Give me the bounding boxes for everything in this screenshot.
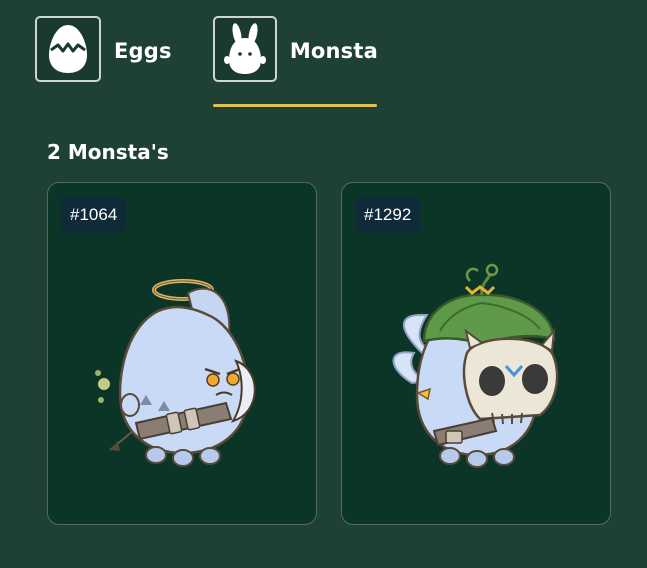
monsta-count-heading: 2 Monsta's [47,140,169,164]
angel-monsta-illustration [95,279,256,467]
monsta-card[interactable]: #1064 [47,182,317,525]
category-tabs: Eggs Monsta [0,0,647,110]
egg-icon [35,16,101,82]
skull-mask-monsta-illustration [392,263,559,468]
tab-monsta[interactable]: Monsta [213,16,378,108]
tab-eggs-label: Eggs [114,39,172,63]
bunny-icon [213,16,277,82]
monsta-id-badge: #1292 [355,198,421,232]
monsta-id-badge: #1064 [61,198,127,232]
tab-monsta-label: Monsta [289,39,378,63]
active-tab-indicator [213,104,377,107]
monsta-card[interactable]: #1292 [341,182,611,525]
tab-eggs[interactable]: Eggs [35,16,185,108]
